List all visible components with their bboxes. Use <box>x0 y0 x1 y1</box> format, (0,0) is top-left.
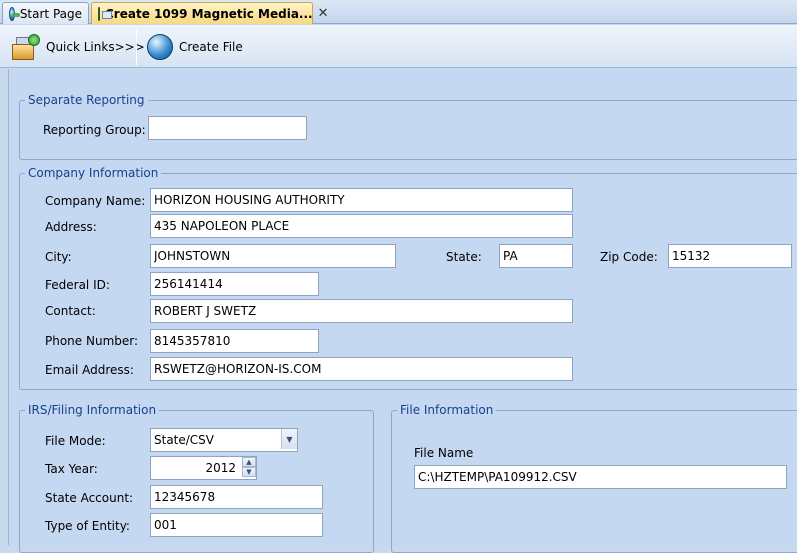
file-mode-value[interactable] <box>150 428 298 452</box>
tab-strip: Start Page Create 1099 Magnetic Media...… <box>0 0 797 24</box>
company-information-legend: Company Information <box>28 166 159 180</box>
email-address-label: Email Address: <box>45 363 134 377</box>
tax-year-input[interactable] <box>150 456 257 480</box>
quick-links-icon <box>10 32 40 62</box>
file-information-legend: File Information <box>400 403 494 417</box>
form-content: Separate Reporting Reporting Group: Comp… <box>8 69 797 553</box>
tax-year-label: Tax Year: <box>45 462 98 476</box>
document-icon <box>98 6 112 21</box>
tab-create-1099-label: Create 1099 Magnetic Media... <box>105 6 313 21</box>
phone-number-input[interactable] <box>150 329 319 353</box>
type-of-entity-input[interactable] <box>150 513 323 537</box>
type-of-entity-label: Type of Entity: <box>45 519 130 533</box>
spin-down-icon[interactable]: ▼ <box>242 467 256 477</box>
address-label: Address: <box>45 220 97 234</box>
create-file-label: Create File <box>179 40 243 54</box>
file-mode-select[interactable]: ▼ <box>150 428 298 452</box>
file-name-input[interactable] <box>414 465 787 489</box>
chevron-down-icon[interactable]: ▼ <box>281 429 297 449</box>
state-account-label: State Account: <box>45 491 134 505</box>
zip-code-label: Zip Code: <box>600 250 658 264</box>
federal-id-label: Federal ID: <box>45 278 110 292</box>
toolbar-separator <box>136 29 137 65</box>
state-label: State: <box>446 250 482 264</box>
tab-start-page-label: Start Page <box>19 6 82 21</box>
create-file-button[interactable]: Create File <box>143 31 247 63</box>
globe-icon <box>147 34 173 60</box>
address-input[interactable] <box>150 214 573 238</box>
phone-number-label: Phone Number: <box>45 334 139 348</box>
reporting-group-input[interactable] <box>148 116 307 140</box>
tax-year-stepper[interactable]: ▲ ▼ <box>150 456 257 480</box>
federal-id-input[interactable] <box>150 272 319 296</box>
contact-label: Contact: <box>45 304 96 318</box>
start-page-icon <box>9 6 20 21</box>
irs-filing-information-legend: IRS/Filing Information <box>28 403 157 417</box>
contact-input[interactable] <box>150 299 573 323</box>
tab-create-1099[interactable]: Create 1099 Magnetic Media... ✕ <box>91 2 329 24</box>
close-icon[interactable]: ✕ <box>318 6 329 21</box>
quick-links-button[interactable]: Quick Links>>> <box>6 31 149 63</box>
company-name-label: Company Name: <box>45 194 146 208</box>
zip-code-input[interactable] <box>668 244 792 268</box>
company-name-input[interactable] <box>150 188 573 212</box>
city-label: City: <box>45 250 72 264</box>
state-input[interactable] <box>499 244 573 268</box>
spin-up-icon[interactable]: ▲ <box>242 457 256 467</box>
reporting-group-label: Reporting Group: <box>43 123 146 137</box>
toolbar: Quick Links>>> Create File <box>0 25 797 68</box>
tax-year-spin[interactable]: ▲ ▼ <box>242 457 256 477</box>
city-input[interactable] <box>150 244 396 268</box>
tab-start-page[interactable]: Start Page <box>2 2 89 24</box>
file-mode-label: File Mode: <box>45 434 106 448</box>
state-account-input[interactable] <box>150 485 323 509</box>
file-name-label: File Name <box>414 446 474 460</box>
separate-reporting-legend: Separate Reporting <box>28 93 145 107</box>
email-address-input[interactable] <box>150 357 573 381</box>
quick-links-label: Quick Links>>> <box>46 40 145 54</box>
